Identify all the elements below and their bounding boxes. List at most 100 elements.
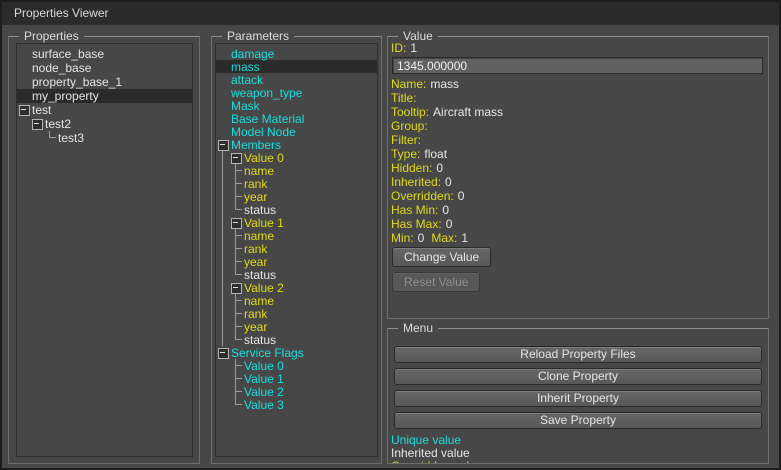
tree-connector — [229, 177, 242, 190]
tree-item-test2[interactable]: test2 — [17, 117, 192, 131]
reload-property-files-button[interactable]: Reload Property Files — [394, 346, 762, 363]
tree-item-label: Service Flags — [231, 346, 304, 360]
field-label: Tooltip: — [391, 105, 429, 119]
menu-body: Reload Property Files Clone Property Inher… — [388, 329, 768, 463]
tree-connector — [216, 60, 229, 73]
tree-item-value-0[interactable]: Value 0 — [216, 359, 377, 372]
tree-item-property-base-1[interactable]: property_base_1 — [17, 75, 192, 89]
collapse-expander-icon[interactable] — [17, 103, 30, 117]
collapse-expander-icon[interactable] — [216, 138, 229, 151]
tree-item-test[interactable]: test — [17, 103, 192, 117]
value-input[interactable] — [392, 57, 763, 74]
tree-connector — [216, 242, 229, 255]
value-field-row: Title: — [391, 91, 762, 105]
tree-item-value-2[interactable]: Value 2 — [216, 281, 377, 294]
tree-item-status[interactable]: status — [216, 268, 377, 281]
tree-connector — [17, 47, 30, 61]
field-label: Filter: — [391, 133, 421, 147]
tree-item-year[interactable]: year — [216, 320, 377, 333]
tree-item-node-base[interactable]: node_base — [17, 61, 192, 75]
tree-item-label: status — [244, 203, 276, 217]
tree-connector — [216, 47, 229, 60]
tree-item-members[interactable]: Members — [216, 138, 377, 151]
tree-item-label: Base Material — [231, 112, 304, 126]
tree-item-value-1[interactable]: Value 1 — [216, 216, 377, 229]
tree-item-status[interactable]: status — [216, 203, 377, 216]
tree-item-damage[interactable]: damage — [216, 47, 377, 60]
tree-item-mass[interactable]: mass — [216, 60, 377, 73]
field-label: Type: — [391, 147, 420, 161]
collapse-expander-icon[interactable] — [216, 346, 229, 359]
tree-item-model-node[interactable]: Model Node — [216, 125, 377, 138]
tree-connector — [17, 117, 30, 131]
tree-connector — [216, 164, 229, 177]
tree-item-label: status — [244, 268, 276, 282]
tree-item-rank[interactable]: rank — [216, 307, 377, 320]
collapse-expander-icon[interactable] — [30, 117, 43, 131]
tree-item-surface-base[interactable]: surface_base — [17, 47, 192, 61]
parameters-tree[interactable]: damagemassattackweapon_typeMaskBase Mate… — [215, 43, 378, 457]
tree-item-value-2[interactable]: Value 2 — [216, 385, 377, 398]
menu-buttons: Reload Property Files Clone Property Inher… — [388, 346, 768, 429]
tree-item-name[interactable]: name — [216, 229, 377, 242]
tree-item-label: rank — [244, 242, 267, 256]
value-details: ID:1 Name:massTitle:Tooltip:Aircraft mas… — [388, 37, 768, 318]
tree-item-attack[interactable]: attack — [216, 73, 377, 86]
collapse-expander-icon[interactable] — [229, 216, 242, 229]
tree-item-base-material[interactable]: Base Material — [216, 112, 377, 125]
tree-item-label: status — [244, 333, 276, 347]
inherit-property-button[interactable]: Inherit Property — [394, 390, 762, 407]
tree-item-name[interactable]: name — [216, 164, 377, 177]
tree-connector — [216, 190, 229, 203]
save-property-button[interactable]: Save Property — [394, 412, 762, 429]
tree-item-value-3[interactable]: Value 3 — [216, 398, 377, 411]
tree-connector — [216, 385, 229, 398]
tree-connector — [229, 385, 242, 398]
tree-item-label: my_property — [32, 89, 99, 103]
tree-connector — [216, 177, 229, 190]
field-value: 0 — [458, 189, 465, 203]
field-value: Aircraft mass — [433, 105, 503, 119]
tree-item-value-0[interactable]: Value 0 — [216, 151, 377, 164]
tree-item-status[interactable]: status — [216, 333, 377, 346]
tree-item-rank[interactable]: rank — [216, 242, 377, 255]
tree-item-year[interactable]: year — [216, 190, 377, 203]
tree-item-test3[interactable]: test3 — [17, 131, 192, 145]
value-color-legend: Unique valueInherited valueOverridden va… — [391, 434, 768, 463]
field-value: 0 — [436, 161, 443, 175]
tree-item-label: mass — [231, 60, 260, 74]
tree-item-rank[interactable]: rank — [216, 177, 377, 190]
change-value-button[interactable]: Change Value — [392, 247, 491, 267]
tree-item-label: attack — [231, 73, 263, 87]
collapse-expander-icon[interactable] — [229, 151, 242, 164]
tree-item-label: Model Node — [231, 125, 296, 139]
tree-item-label: Value 0 — [244, 151, 284, 165]
tree-item-label: name — [244, 294, 274, 308]
tree-item-label: Value 2 — [244, 385, 284, 399]
collapse-expander-icon[interactable] — [229, 281, 242, 294]
field-label: Max: — [431, 231, 457, 245]
tree-item-year[interactable]: year — [216, 255, 377, 268]
tree-item-mask[interactable]: Mask — [216, 99, 377, 112]
tree-item-service-flags[interactable]: Service Flags — [216, 346, 377, 359]
title-bar[interactable]: Properties Viewer — [2, 2, 779, 25]
tree-connector — [30, 131, 43, 145]
field-value: 1 — [410, 41, 417, 55]
tree-connector — [229, 398, 242, 411]
value-field-row: Filter: — [391, 133, 762, 147]
value-fields: Name:massTitle:Tooltip:Aircraft massGrou… — [391, 77, 762, 245]
tree-item-label: Mask — [231, 99, 260, 113]
tree-item-weapon-type[interactable]: weapon_type — [216, 86, 377, 99]
field-label: ID: — [391, 41, 406, 55]
tree-item-value-1[interactable]: Value 1 — [216, 372, 377, 385]
tree-item-my-property[interactable]: my_property — [17, 89, 192, 103]
tree-item-name[interactable]: name — [216, 294, 377, 307]
value-field-row: Tooltip: Aircraft mass — [391, 105, 762, 119]
clone-property-button[interactable]: Clone Property — [394, 368, 762, 385]
tree-connector — [216, 281, 229, 294]
tree-connector — [216, 307, 229, 320]
properties-tree[interactable]: surface_basenode_baseproperty_base_1my_p… — [16, 43, 193, 457]
legend-overridden-value: Overridden value — [391, 460, 768, 463]
tree-item-label: name — [244, 229, 274, 243]
tree-connector — [17, 75, 30, 89]
